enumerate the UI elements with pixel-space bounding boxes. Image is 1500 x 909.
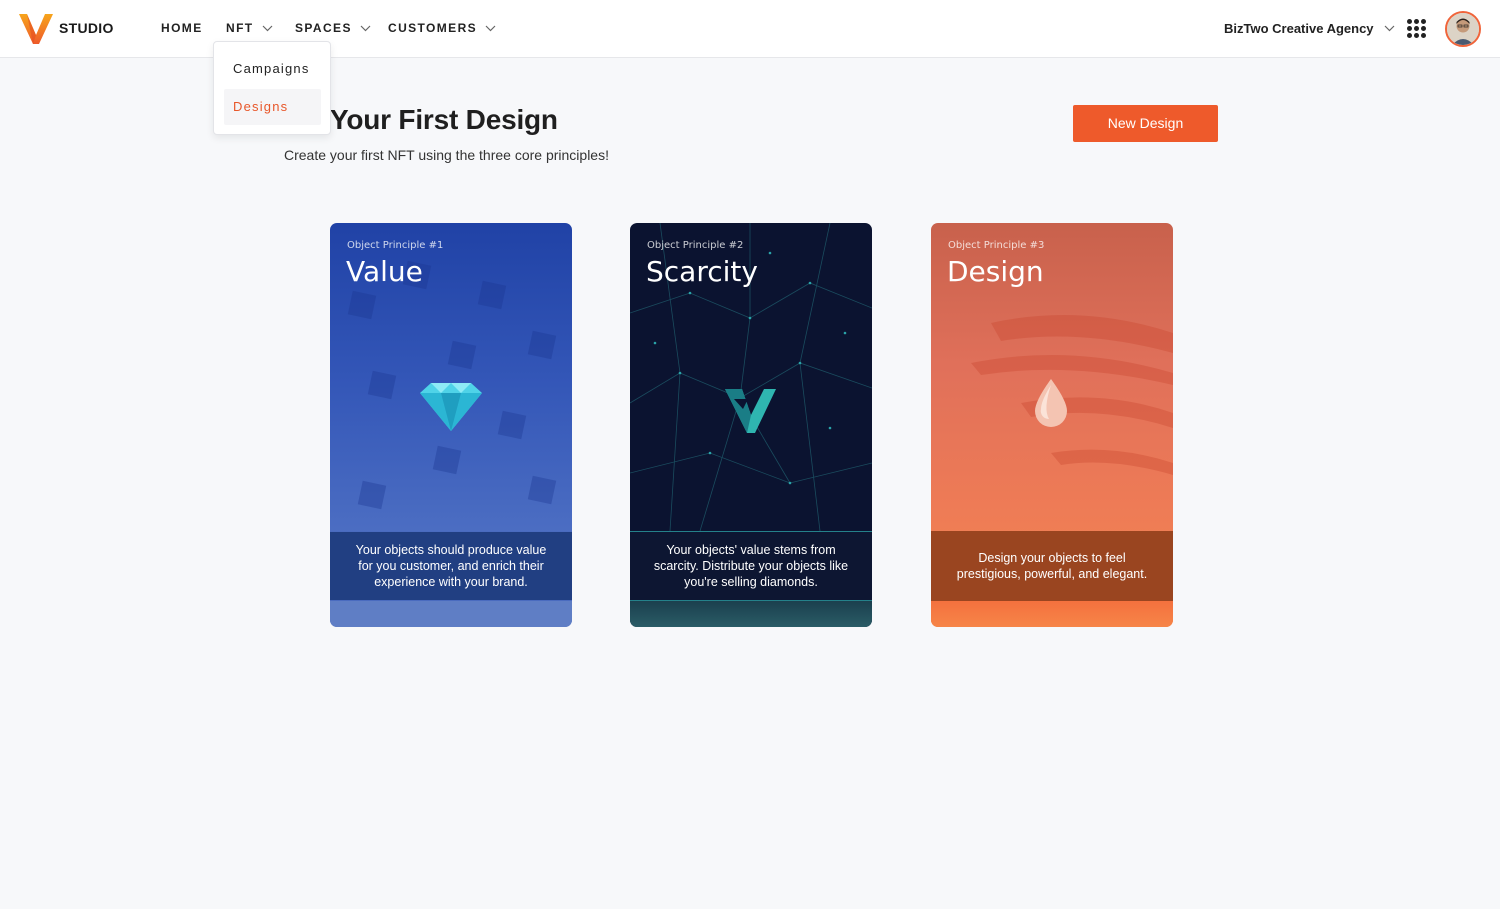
- chevron-down-icon: [262, 25, 272, 31]
- nav-customers[interactable]: CUSTOMERS: [388, 21, 496, 35]
- card-footer-strip: [330, 601, 572, 627]
- card-title: Value: [346, 255, 423, 288]
- nft-dropdown-menu: Campaigns Designs: [213, 41, 331, 135]
- nav-spaces-label: SPACES: [295, 21, 352, 35]
- card-footer-strip: [931, 601, 1173, 627]
- page-subtitle: Create your first NFT using the three co…: [284, 147, 609, 163]
- card-kicker: Object Principle #3: [948, 240, 1045, 251]
- card-title: Design: [947, 255, 1044, 288]
- dropdown-item-campaigns[interactable]: Campaigns: [224, 51, 321, 87]
- card-description: Design your objects to feel prestigious,…: [931, 531, 1173, 601]
- chevron-down-icon: [1384, 25, 1394, 32]
- nav-nft[interactable]: NFT: [226, 21, 273, 35]
- card-kicker: Object Principle #2: [647, 240, 744, 251]
- card-description: Your objects should produce value for yo…: [330, 531, 572, 601]
- nav-home-label: HOME: [161, 21, 203, 35]
- nav-nft-label: NFT: [226, 21, 254, 35]
- user-avatar[interactable]: [1445, 11, 1481, 47]
- principle-card-scarcity[interactable]: Object Principle #2 Scarcity Your object…: [630, 223, 872, 627]
- card-footer-strip: [630, 601, 872, 627]
- nav-spaces[interactable]: SPACES: [295, 21, 371, 35]
- apps-grid-icon[interactable]: [1407, 19, 1426, 38]
- chevron-down-icon: [485, 25, 496, 31]
- user-photo-icon: [1447, 13, 1479, 45]
- dropdown-item-designs[interactable]: Designs: [224, 89, 321, 125]
- chevron-down-icon: [360, 25, 371, 31]
- brand-name: STUDIO: [59, 20, 114, 36]
- nav-customers-label: CUSTOMERS: [388, 21, 478, 35]
- nav-home[interactable]: HOME: [161, 21, 203, 35]
- organization-switcher[interactable]: BizTwo Creative Agency: [1224, 21, 1395, 36]
- principle-card-value[interactable]: Object Principle #1 Value Your objects s…: [330, 223, 572, 627]
- organization-name: BizTwo Creative Agency: [1224, 21, 1374, 36]
- card-title: Scarcity: [646, 255, 758, 288]
- studio-logo-icon[interactable]: [18, 11, 54, 45]
- principle-card-design[interactable]: Object Principle #3 Design Design your o…: [931, 223, 1173, 627]
- card-description: Your objects' value stems from scarcity.…: [630, 531, 872, 601]
- new-design-button[interactable]: New Design: [1073, 105, 1218, 142]
- card-kicker: Object Principle #1: [347, 240, 444, 251]
